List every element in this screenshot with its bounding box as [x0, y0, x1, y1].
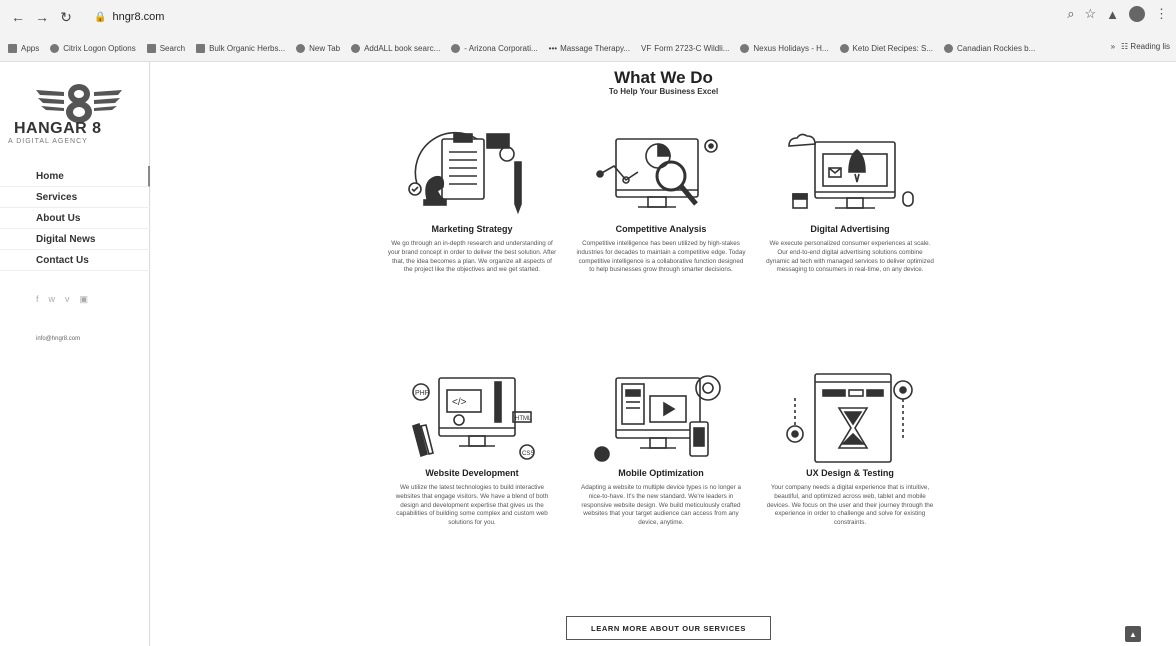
- dots-icon: •••: [548, 43, 558, 53]
- competitive-analysis-illustration-icon: [596, 138, 718, 208]
- social-links: f w v ▣: [36, 294, 88, 305]
- service-description: Competitive intelligence has been utiliz…: [576, 240, 746, 274]
- logo-name: HANGAR 8: [14, 120, 102, 137]
- page-title: What We Do: [614, 68, 713, 87]
- browser-chrome: ← → ↻ 🔒 hngr8.com ⌕ ☆ ▲ ⋮ Apps Citrix Lo…: [0, 0, 1176, 62]
- service-title: Mobile Optimization: [618, 468, 704, 478]
- menu-item-about-us[interactable]: About Us: [0, 208, 150, 229]
- service-title: Digital Advertising: [810, 224, 890, 234]
- service-description: We execute personalized consumer experie…: [766, 240, 934, 274]
- globe-icon: [50, 43, 60, 53]
- service-description: We go through an in-depth research and u…: [387, 240, 557, 274]
- reading-list-icon: ☷: [1121, 42, 1129, 51]
- service-title: Competitive Analysis: [615, 224, 707, 234]
- reading-list[interactable]: ☷ Reading lis: [1121, 42, 1170, 51]
- hangar8-logo-icon[interactable]: [34, 80, 124, 124]
- menu-item-services[interactable]: Services: [0, 187, 150, 208]
- bookmark-new-tab[interactable]: New Tab: [296, 43, 340, 53]
- svg-text:PHP: PHP: [415, 390, 430, 397]
- bookmarks-right: » ☷ Reading lis: [1106, 42, 1170, 51]
- service-title: UX Design & Testing: [806, 468, 894, 478]
- svg-text:</>: </>: [452, 397, 467, 408]
- bookmark-arizona[interactable]: - Arizona Corporati...: [451, 43, 538, 53]
- mobile-optimization-illustration-icon: [594, 375, 721, 462]
- profile-avatar-icon[interactable]: [1129, 6, 1145, 22]
- menu-item-home[interactable]: Home: [0, 166, 150, 187]
- globe-icon: [296, 43, 306, 53]
- search-bookmark-icon: [146, 43, 156, 53]
- back-arrow-icon[interactable]: ←: [8, 7, 28, 27]
- twitter-icon[interactable]: w: [49, 294, 56, 305]
- chevron-up-icon: ▲: [1129, 629, 1137, 639]
- address-bar[interactable]: 🔒 hngr8.com: [88, 6, 170, 28]
- site-sidebar: HANGAR 8 A DIGITAL AGENCY Home Services …: [0, 62, 150, 646]
- main-content: What We Do To Help Your Business Excel M…: [151, 62, 1176, 646]
- star-icon[interactable]: ☆: [1084, 6, 1096, 22]
- menu-item-contact-us[interactable]: Contact Us: [0, 250, 150, 271]
- marketing-strategy-illustration-icon: [408, 131, 522, 215]
- globe-icon: [740, 43, 750, 53]
- page-subtitle: To Help Your Business Excel: [608, 87, 719, 96]
- svg-text:HTML: HTML: [515, 416, 532, 422]
- service-description: We utilize the latest technologies to bu…: [395, 484, 549, 527]
- logo-tagline: A DIGITAL AGENCY: [8, 138, 88, 145]
- website-development-illustration-icon: PHP </> HTML CSS: [412, 377, 535, 460]
- service-description: Adapting a website to multiple device ty…: [581, 484, 741, 527]
- contact-email[interactable]: info@hngr8.com: [36, 336, 80, 342]
- bookmark-nexus[interactable]: Nexus Holidays - H...: [740, 43, 829, 53]
- reload-icon[interactable]: ↻: [56, 7, 76, 27]
- service-title: Marketing Strategy: [431, 224, 513, 234]
- book-icon: [351, 43, 361, 53]
- ux-design-testing-illustration-icon: [786, 373, 913, 463]
- bookmark-herbs[interactable]: Bulk Organic Herbs...: [196, 43, 285, 53]
- forward-arrow-icon[interactable]: →: [32, 7, 52, 27]
- vimeo-icon[interactable]: v: [65, 294, 70, 305]
- service-card-marketing: Marketing Strategy We go through an in-d…: [387, 124, 557, 275]
- svg-text:CSS: CSS: [522, 451, 534, 457]
- bookmark-apps[interactable]: Apps: [8, 43, 39, 53]
- bookmark-form[interactable]: VF Form 2723-C Wildli...: [641, 44, 729, 53]
- more-bookmarks-icon[interactable]: »: [1111, 42, 1115, 51]
- bookmark-rockies[interactable]: Canadian Rockies b...: [944, 43, 1035, 53]
- herbs-icon: [196, 43, 206, 53]
- extensions-icon[interactable]: ▲: [1106, 7, 1119, 22]
- bookmark-search[interactable]: Search: [146, 43, 185, 53]
- kebab-menu-icon[interactable]: ⋮: [1155, 6, 1168, 22]
- bookmarks-bar: Apps Citrix Logon Options Search Bulk Or…: [0, 36, 1176, 60]
- lock-icon: 🔒: [94, 11, 107, 23]
- facebook-icon[interactable]: f: [36, 294, 39, 305]
- service-card-ux: UX Design & Testing Your company needs a…: [765, 368, 935, 528]
- service-description: Your company needs a digital experience …: [766, 484, 934, 527]
- service-card-mobile: Mobile Optimization Adapting a website t…: [576, 368, 746, 528]
- digital-advertising-illustration-icon: [788, 133, 914, 209]
- browser-nav-row: ← → ↻ 🔒 hngr8.com ⌕ ☆ ▲ ⋮: [0, 0, 1176, 34]
- globe-icon: [944, 43, 954, 53]
- browser-toolbar-right: ⌕ ☆ ▲ ⋮: [1067, 6, 1168, 22]
- form-icon: VF: [641, 43, 652, 53]
- globe-icon: [839, 43, 849, 53]
- bookmark-keto[interactable]: Keto Diet Recipes: S...: [839, 43, 933, 53]
- site-menu: Home Services About Us Digital News Cont…: [0, 166, 150, 271]
- service-card-advertising: Digital Advertising We execute personali…: [765, 124, 935, 275]
- zoom-icon[interactable]: ⌕: [1067, 6, 1074, 22]
- service-card-web-dev: PHP </> HTML CSS Website Development We …: [387, 368, 557, 528]
- scroll-to-top-button[interactable]: ▲: [1125, 626, 1141, 642]
- bookmark-addall[interactable]: AddALL book searc...: [351, 43, 440, 53]
- service-card-competitive: Competitive Analysis Competitive intelli…: [576, 124, 746, 275]
- instagram-icon[interactable]: ▣: [80, 294, 89, 305]
- bookmark-citrix[interactable]: Citrix Logon Options: [50, 43, 136, 53]
- service-title: Website Development: [425, 468, 519, 478]
- globe-icon: [451, 43, 461, 53]
- url-text: hngr8.com: [112, 11, 165, 23]
- learn-more-services-button[interactable]: LEARN MORE ABOUT OUR SERVICES: [566, 616, 771, 640]
- menu-item-digital-news[interactable]: Digital News: [0, 229, 150, 250]
- apps-grid-icon: [8, 43, 17, 53]
- bookmark-massage[interactable]: ••• Massage Therapy...: [549, 44, 630, 53]
